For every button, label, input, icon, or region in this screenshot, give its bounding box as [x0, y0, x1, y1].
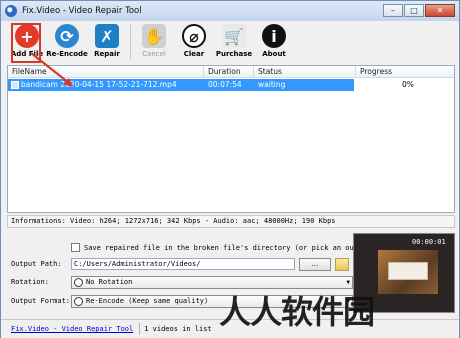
output-format-value: Re-Encode (Keep same quality) — [86, 297, 209, 305]
save-in-source-dir-label: Save repaired file in the broken file's … — [84, 243, 380, 252]
rotation-value: No Rotation — [86, 278, 133, 286]
no-rotation-icon — [74, 278, 83, 287]
repair-label: Repair — [94, 50, 120, 58]
folder-icon[interactable] — [335, 258, 349, 271]
maximize-button[interactable]: □ — [404, 4, 424, 17]
app-window: Fix.Video - Video Repair Tool – □ ✕ + Ad… — [0, 0, 460, 338]
output-format-label: Output Format: — [11, 297, 71, 305]
save-in-source-dir-checkbox[interactable] — [71, 243, 80, 252]
video-file-icon — [11, 81, 19, 89]
refresh-icon: ⟳ — [55, 24, 79, 48]
preview-timestamp: 00:00:01 — [412, 238, 446, 246]
app-icon — [5, 5, 17, 17]
row-duration: 00:07:54 — [208, 80, 242, 89]
re-encode-icon — [74, 297, 83, 306]
clear-label: Clear — [183, 50, 205, 58]
cancel-button[interactable]: ✋ Cancel — [134, 21, 174, 63]
row-status: waiting — [258, 80, 286, 89]
preview-dialog-thumbnail — [388, 262, 428, 280]
purchase-label: Purchase — [215, 50, 253, 58]
about-label: About — [262, 50, 286, 58]
cancel-label: Cancel — [142, 50, 166, 58]
status-link[interactable]: Fix.Video - Video Repair Tool — [11, 325, 133, 333]
output-path-label: Output Path: — [11, 260, 62, 268]
close-button[interactable]: ✕ — [425, 4, 455, 17]
title-bar: Fix.Video - Video Repair Tool – □ ✕ — [1, 1, 459, 21]
column-status[interactable]: Status — [254, 66, 356, 77]
output-path-field[interactable]: C:/Users/Administrator/Videos/ — [71, 258, 295, 270]
save-in-source-dir-option[interactable]: Save repaired file in the broken file's … — [71, 243, 379, 252]
clear-button[interactable]: ⌀ Clear — [174, 21, 214, 63]
about-button[interactable]: i About — [254, 21, 294, 63]
minimize-button[interactable]: – — [383, 4, 403, 17]
watermark: 人人软件园 — [219, 293, 375, 331]
purchase-button[interactable]: 🛒 Purchase — [214, 21, 254, 63]
column-duration[interactable]: Duration — [204, 66, 254, 77]
status-divider — [139, 323, 141, 335]
column-progress[interactable]: Progress — [356, 66, 454, 77]
row-progress: 0% — [402, 80, 414, 89]
hand-icon: ✋ — [142, 24, 166, 48]
info-bar: Informations: Video: h264; 1272x716; 342… — [7, 215, 455, 228]
browse-button[interactable]: ... — [299, 258, 331, 271]
info-icon: i — [262, 24, 286, 48]
red-arrow-annotation — [30, 52, 73, 87]
rotation-label: Rotation: — [11, 278, 49, 286]
window-controls: – □ ✕ — [383, 4, 455, 17]
status-video-count: 1 videos in list — [144, 325, 212, 333]
broom-icon: ⌀ — [182, 24, 206, 48]
cart-icon: 🛒 — [222, 24, 246, 48]
toolbar-separator — [130, 24, 131, 60]
window-title: Fix.Video - Video Repair Tool — [22, 6, 142, 16]
repair-button[interactable]: ✗ Repair — [87, 21, 127, 63]
wrench-icon: ✗ — [95, 24, 119, 48]
